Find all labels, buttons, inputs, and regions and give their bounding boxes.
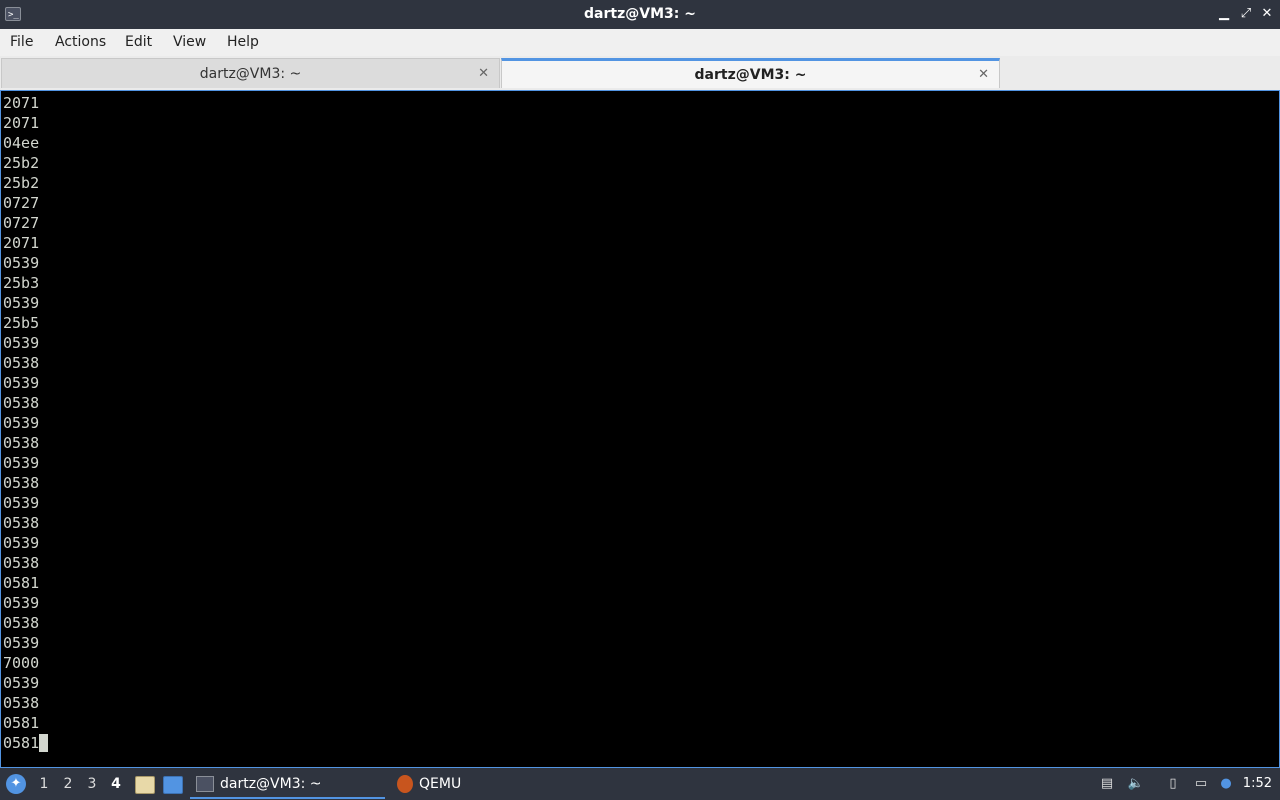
terminal-line: 2071 xyxy=(3,94,40,112)
tab-label: dartz@VM3: ~ xyxy=(199,66,302,82)
close-icon[interactable]: ✕ xyxy=(978,61,989,89)
terminal-line: 0538 xyxy=(3,614,40,632)
minimize-button[interactable]: ▁ xyxy=(1216,6,1232,22)
terminal-line: 0727 xyxy=(3,214,40,232)
maximize-button[interactable]: ⤢ xyxy=(1238,6,1254,22)
terminal-line: 25b3 xyxy=(3,274,40,292)
menu-file[interactable]: File xyxy=(10,29,33,56)
terminal-line: 7000 xyxy=(3,654,40,672)
file-manager-icon[interactable] xyxy=(135,776,155,794)
taskbar-app-terminal[interactable]: dartz@VM3: ~ xyxy=(190,771,385,799)
menu-edit[interactable]: Edit xyxy=(125,29,152,56)
menu-bar: File Actions Edit View Help xyxy=(0,29,1280,57)
terminal-line: 0538 xyxy=(3,694,40,712)
terminal-output-area[interactable]: 2071 2071 04ee 25b2 25b2 0727 0727 2071 0539 25b3… xyxy=(0,90,1280,768)
taskbar: ✦ 1 2 3 4 dartz@VM3: ~ QEMU ▤ 🔈 ▯ ▭ ● 1:… xyxy=(0,768,1280,800)
taskbar-app-label: dartz@VM3: ~ xyxy=(220,776,322,792)
tab-label: dartz@VM3: ~ xyxy=(694,67,807,83)
terminal-line: 0538 xyxy=(3,554,40,572)
close-icon[interactable]: ✕ xyxy=(478,59,489,89)
terminal-prompt-line: 0581 xyxy=(3,733,49,753)
volume-icon[interactable]: 🔈 xyxy=(1126,774,1146,794)
terminal-line: 0539 xyxy=(3,254,40,272)
taskbar-app-qemu[interactable]: QEMU xyxy=(395,771,515,797)
terminal-line: 25b5 xyxy=(3,314,40,332)
terminal-line: 04ee xyxy=(3,134,40,152)
show-desktop-icon[interactable] xyxy=(163,776,183,794)
workspace-1[interactable]: 1 xyxy=(34,768,54,800)
terminal-cursor xyxy=(39,734,49,752)
terminal-line: 0727 xyxy=(3,194,40,212)
terminal-line: 25b2 xyxy=(3,174,40,192)
terminal-line: 2071 xyxy=(3,234,40,252)
menu-view[interactable]: View xyxy=(173,29,206,56)
terminal-line: 0538 xyxy=(3,354,40,372)
qemu-icon xyxy=(397,775,413,793)
terminal-line: 0538 xyxy=(3,514,40,532)
terminal-line: 0539 xyxy=(3,494,40,512)
menu-help[interactable]: Help xyxy=(227,29,259,56)
workspace-2[interactable]: 2 xyxy=(58,768,78,800)
terminal-line: 0538 xyxy=(3,434,40,452)
clock[interactable]: 1:52 xyxy=(1243,768,1272,800)
terminal-line: 0581 xyxy=(3,574,40,592)
tray-drive-icon[interactable]: ▤ xyxy=(1097,774,1117,794)
close-window-button[interactable]: ✕ xyxy=(1259,6,1275,22)
terminal-line: 0581 xyxy=(3,714,40,732)
window-title: dartz@VM3: ~ xyxy=(584,6,696,22)
terminal-current-text: 0581 xyxy=(3,734,40,752)
terminal-line: 0539 xyxy=(3,534,40,552)
tab-bar: dartz@VM3: ~ ✕ dartz@VM3: ~ ✕ xyxy=(0,56,1280,90)
terminal-line: 0539 xyxy=(3,414,40,432)
clipboard-icon[interactable]: ▯ xyxy=(1163,774,1183,794)
window-titlebar[interactable]: >_ dartz@VM3: ~ ▁ ⤢ ✕ xyxy=(0,0,1280,29)
terminal-line: 0538 xyxy=(3,474,40,492)
taskbar-app-label: QEMU xyxy=(419,776,462,792)
terminal-line: 25b2 xyxy=(3,154,40,172)
workspace-4[interactable]: 4 xyxy=(106,768,126,800)
tab-terminal-2[interactable]: dartz@VM3: ~ ✕ xyxy=(501,58,1000,88)
network-icon[interactable]: ▭ xyxy=(1191,774,1211,794)
notification-icon[interactable]: ● xyxy=(1216,774,1236,794)
terminal-icon xyxy=(196,776,214,792)
terminal-history: 2071 2071 04ee 25b2 25b2 0727 0727 2071 0539 25b3… xyxy=(3,93,48,733)
tab-terminal-1[interactable]: dartz@VM3: ~ ✕ xyxy=(1,58,500,88)
terminal-line: 0539 xyxy=(3,294,40,312)
terminal-line: 0538 xyxy=(3,394,40,412)
terminal-line: 0539 xyxy=(3,334,40,352)
terminal-line: 0539 xyxy=(3,594,40,612)
start-menu-icon[interactable]: ✦ xyxy=(6,774,26,794)
terminal-lines: 2071 2071 04ee 25b2 25b2 0727 0727 2071 0539 25b3… xyxy=(3,93,49,753)
terminal-line: 0539 xyxy=(3,374,40,392)
terminal-line: 0539 xyxy=(3,634,40,652)
terminal-line: 0539 xyxy=(3,454,40,472)
terminal-line: 2071 xyxy=(3,114,40,132)
workspace-3[interactable]: 3 xyxy=(82,768,102,800)
terminal-line: 0539 xyxy=(3,674,40,692)
menu-actions[interactable]: Actions xyxy=(55,29,106,56)
